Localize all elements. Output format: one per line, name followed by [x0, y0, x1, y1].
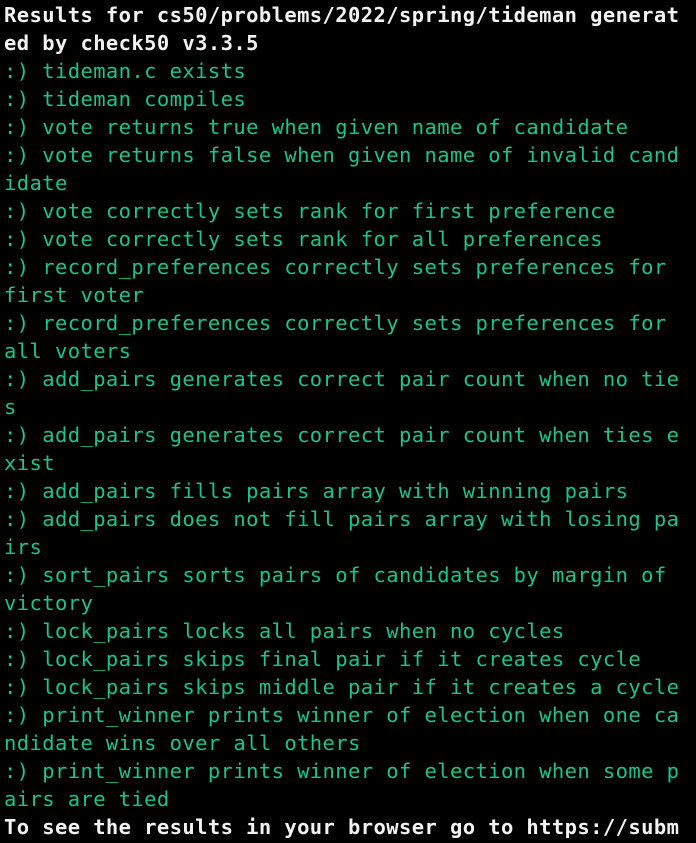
check-result-line: idate [4, 171, 68, 195]
browser-results-link-line[interactable]: To see the results in your browser go to… [4, 813, 696, 841]
check-result-line: :) print_winner prints winner of electio… [4, 703, 680, 727]
check-result-line: :) vote correctly sets rank for all pref… [4, 227, 603, 251]
check-result-line: :) record_preferences correctly sets pre… [4, 311, 667, 335]
terminal-output[interactable]: Results for cs50/problems/2022/spring/ti… [0, 0, 696, 843]
check-result-line: :) lock_pairs skips final pair if it cre… [4, 647, 642, 671]
check-result-line: :) lock_pairs locks all pairs when no cy… [4, 619, 565, 643]
check-result-line: :) vote returns true when given name of … [4, 115, 629, 139]
check-result-line: s [4, 395, 17, 419]
check-result-line: :) print_winner prints winner of electio… [4, 759, 680, 783]
results-header-line-2: ed by check50 v3.3.5 [4, 31, 259, 55]
check-result-line: :) vote correctly sets rank for first pr… [4, 199, 616, 223]
check-result-line: :) add_pairs does not fill pairs array w… [4, 507, 680, 531]
check-result-line: :) add_pairs generates correct pair coun… [4, 367, 680, 391]
check-result-line: all voters [4, 339, 132, 363]
check-result-line: victory [4, 591, 94, 615]
check-result-line: ndidate wins over all others [4, 731, 361, 755]
check-result-line: :) vote returns false when given name of… [4, 143, 680, 167]
results-header-line-1: Results for cs50/problems/2022/spring/ti… [4, 3, 680, 27]
check-result-line: :) record_preferences correctly sets pre… [4, 255, 667, 279]
check-result-line: :) tideman.c exists [4, 59, 247, 83]
check-result-line: :) lock_pairs skips middle pair if it cr… [4, 675, 680, 699]
check-result-line: :) add_pairs fills pairs array with winn… [4, 479, 629, 503]
check-result-line: first voter [4, 283, 145, 307]
check-result-line: irs [4, 535, 43, 559]
check-result-line: :) add_pairs generates correct pair coun… [4, 423, 680, 447]
check-result-line: xist [4, 451, 55, 475]
check-result-line: airs are tied [4, 787, 170, 811]
check-result-line: :) tideman compiles [4, 87, 247, 111]
check-result-line: :) sort_pairs sorts pairs of candidates … [4, 563, 667, 587]
